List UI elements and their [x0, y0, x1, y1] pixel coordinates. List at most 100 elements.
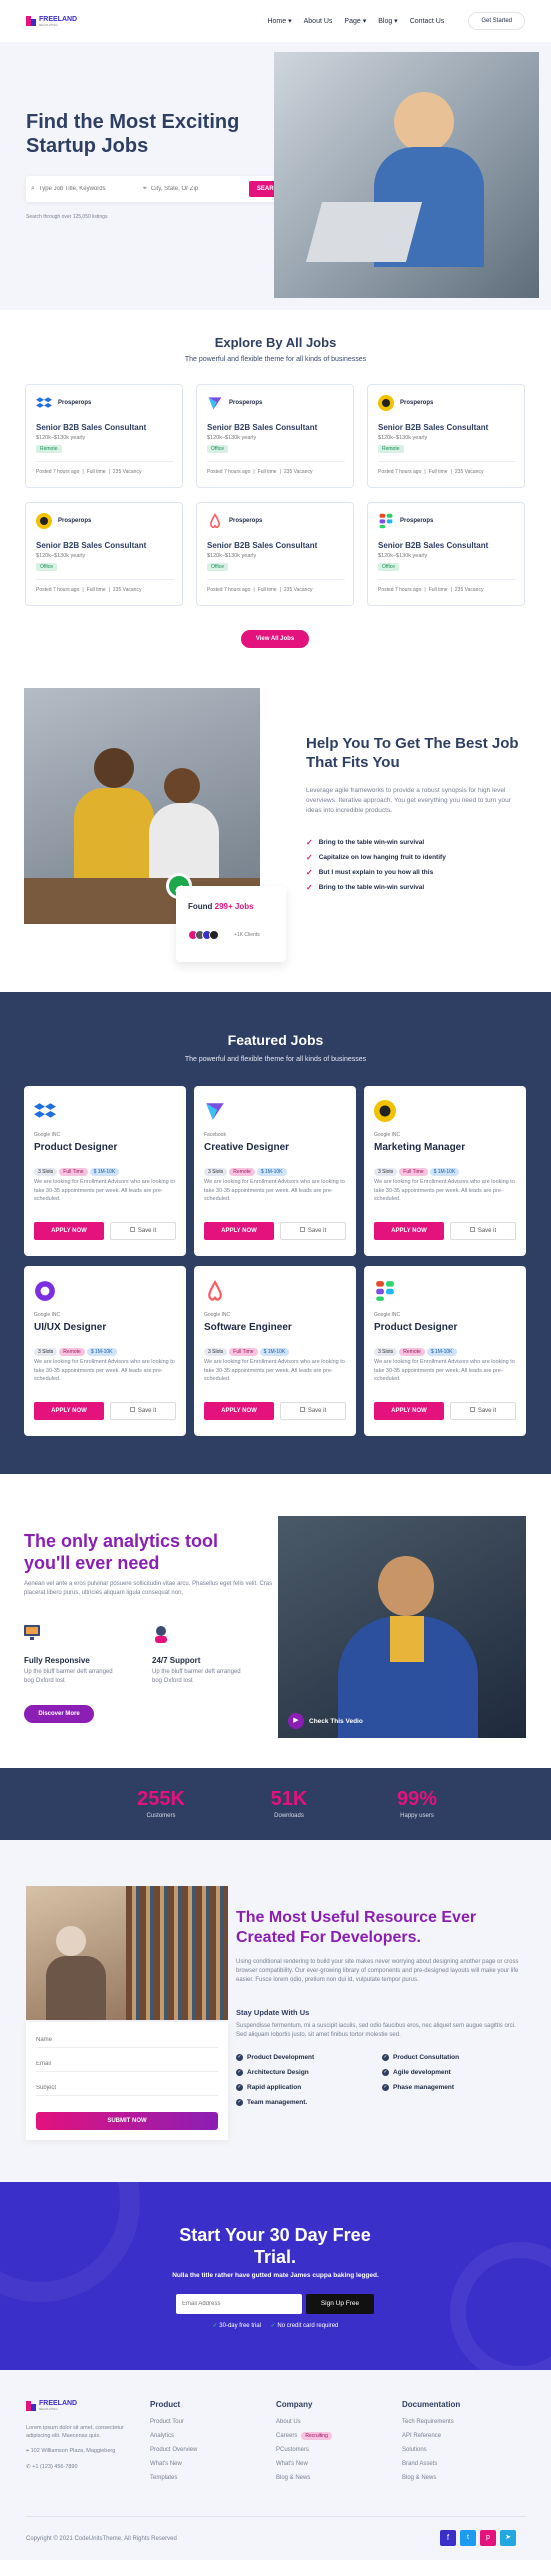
view-all-jobs-button[interactable]: View All Jobs: [241, 630, 309, 648]
footer-link[interactable]: Product Tour: [150, 2419, 184, 2425]
save-it-button[interactable]: Save it: [110, 1402, 176, 1420]
job-meta-item: 235 Vacancy: [283, 587, 313, 593]
featured-job-card[interactable]: Google INC Marketing Manager 3 Slots Full T…: [364, 1086, 526, 1256]
footer-link[interactable]: Templates: [150, 2475, 177, 2481]
job-title[interactable]: Senior B2B Sales Consultant: [207, 541, 317, 550]
checkbox-icon: [299, 1227, 305, 1232]
save-it-button[interactable]: Save it: [280, 1222, 346, 1240]
footer-link[interactable]: PCustomers: [276, 2447, 309, 2453]
save-it-button[interactable]: Save it: [450, 1222, 516, 1240]
footer-link[interactable]: Blog & News: [276, 2475, 310, 2481]
job-title[interactable]: Product Designer: [34, 1142, 117, 1153]
pinterest-icon[interactable]: p: [480, 2530, 496, 2546]
job-card[interactable]: Prosperops Senior B2B Sales Consultant $12…: [367, 502, 525, 606]
name-input[interactable]: [36, 2032, 218, 2048]
checkbox-icon: [469, 1227, 475, 1232]
job-tag: 3 Slots: [374, 1168, 398, 1176]
job-keyword-input[interactable]: [38, 186, 139, 192]
job-title[interactable]: Senior B2B Sales Consultant: [378, 423, 488, 432]
footer-link[interactable]: Tech Requirements: [402, 2419, 454, 2425]
telegram-icon[interactable]: ➤: [500, 2530, 516, 2546]
job-title[interactable]: Senior B2B Sales Consultant: [378, 541, 488, 550]
nav-home[interactable]: Home ▾: [267, 17, 291, 25]
recruiting-badge: Recruiting: [301, 2432, 332, 2440]
twitter-icon[interactable]: t: [460, 2530, 476, 2546]
footer-link[interactable]: Blog & News: [402, 2475, 436, 2481]
nav-page[interactable]: Page ▾: [344, 17, 366, 25]
nav-about[interactable]: About Us: [304, 18, 333, 25]
submit-button[interactable]: SUBMIT NOW: [36, 2112, 218, 2130]
save-it-button[interactable]: Save it: [450, 1402, 516, 1420]
apply-now-button[interactable]: APPLY NOW: [374, 1222, 444, 1240]
get-started-button[interactable]: Get Started: [468, 12, 525, 30]
location-input[interactable]: [150, 186, 245, 192]
resource-list-text: Product Development: [247, 2054, 315, 2061]
job-card[interactable]: Prosperops Senior B2B Sales Consultant $12…: [25, 502, 183, 606]
logo-graphic: [208, 397, 222, 410]
help-bullet-text: But I must explain to you how all this: [318, 869, 434, 876]
job-card[interactable]: Prosperops Senior B2B Sales Consultant $12…: [25, 384, 183, 488]
job-title[interactable]: Senior B2B Sales Consultant: [36, 541, 146, 550]
sign-up-free-button[interactable]: Sign Up Free: [306, 2294, 374, 2314]
featured-job-card[interactable]: Google INC Product Designer 3 Slots Full Ti…: [24, 1086, 186, 1256]
apply-now-button[interactable]: APPLY NOW: [34, 1222, 104, 1240]
featured-job-card[interactable]: Google INC Product Designer 3 Slots Remote $…: [364, 1266, 526, 1436]
job-card[interactable]: Prosperops Senior B2B Sales Consultant $12…: [196, 384, 354, 488]
play-video-button[interactable]: ▶ Check This Vedio: [288, 1713, 363, 1729]
save-it-button[interactable]: Save it: [110, 1222, 176, 1240]
job-card-header: Prosperops: [207, 395, 262, 411]
footer-link[interactable]: What's New: [276, 2461, 308, 2467]
footer-link[interactable]: Analytics: [150, 2433, 174, 2439]
job-salary: $120k–$130k yearly: [378, 435, 428, 441]
subject-input[interactable]: [36, 2080, 218, 2096]
brand-logo[interactable]: FREELAND RECRUITING: [26, 16, 77, 27]
job-tags: 3 Slots Remote $ 1M-10K: [204, 1160, 289, 1178]
check-icon: ✓: [306, 868, 313, 877]
resource-list-item: ✓ Product Consultation: [382, 2054, 459, 2061]
featured-job-card[interactable]: Facebook Creative Designer 3 Slots Remote $ …: [194, 1086, 356, 1256]
job-meta-item: Full time: [428, 587, 448, 593]
job-tag: $ 1M-10K: [86, 1348, 117, 1356]
footer-link[interactable]: Solutions: [402, 2447, 427, 2453]
check-circle-icon: ✓: [236, 2084, 243, 2091]
footer-link[interactable]: API Reference: [402, 2433, 441, 2439]
featured-job-card[interactable]: Google INC UI/UX Designer 3 Slots Remote $ 1…: [24, 1266, 186, 1436]
save-it-button[interactable]: Save it: [280, 1402, 346, 1420]
footer-logo[interactable]: FREELAND RECRUITING: [26, 2400, 77, 2411]
footer-link[interactable]: What's New: [150, 2461, 182, 2467]
nav-blog[interactable]: Blog ▾: [378, 17, 397, 25]
featured-job-card[interactable]: Google INC Software Engineer 3 Slots Full T…: [194, 1266, 356, 1436]
logo-graphic: [35, 1281, 55, 1301]
job-meta-item: Full time: [257, 469, 277, 475]
apply-now-button[interactable]: APPLY NOW: [204, 1402, 274, 1420]
job-meta-item: Posted 7 hours ago: [36, 587, 80, 593]
footer-link[interactable]: Product Overview: [150, 2447, 197, 2453]
nav-contact[interactable]: Contact Us: [410, 18, 445, 25]
job-title[interactable]: Senior B2B Sales Consultant: [207, 423, 317, 432]
apply-now-button[interactable]: APPLY NOW: [34, 1402, 104, 1420]
stat-value: 99%: [396, 1788, 438, 1810]
job-title[interactable]: Creative Designer: [204, 1142, 289, 1153]
trial-email-input[interactable]: [176, 2294, 302, 2314]
footer-link[interactable]: About Us: [276, 2419, 301, 2425]
job-tags: 3 Slots Remote $ 1M-10K: [34, 1340, 119, 1358]
email-input[interactable]: [36, 2056, 218, 2072]
discover-more-button[interactable]: Discover More: [24, 1705, 94, 1723]
apply-now-button[interactable]: APPLY NOW: [374, 1402, 444, 1420]
job-meta-item: 235 Vacancy: [454, 587, 484, 593]
job-title[interactable]: Software Engineer: [204, 1322, 292, 1333]
job-card-divider: [36, 461, 174, 462]
footer-link[interactable]: Brand Assets: [402, 2461, 437, 2467]
facebook-icon[interactable]: f: [440, 2530, 456, 2546]
job-card[interactable]: Prosperops Senior B2B Sales Consultant $12…: [196, 502, 354, 606]
job-title[interactable]: Marketing Manager: [374, 1142, 465, 1153]
footer-link[interactable]: Careers: [276, 2433, 297, 2439]
apply-now-button[interactable]: APPLY NOW: [204, 1222, 274, 1240]
checkbox-icon: [469, 1407, 475, 1412]
analytics-photo: [278, 1516, 526, 1738]
job-card[interactable]: Prosperops Senior B2B Sales Consultant $12…: [367, 384, 525, 488]
job-title[interactable]: Senior B2B Sales Consultant: [36, 423, 146, 432]
footer-phone[interactable]: ✆ +1 (123) 456-7890: [26, 2464, 78, 2470]
job-title[interactable]: Product Designer: [374, 1322, 457, 1333]
job-title[interactable]: UI/UX Designer: [34, 1322, 106, 1333]
